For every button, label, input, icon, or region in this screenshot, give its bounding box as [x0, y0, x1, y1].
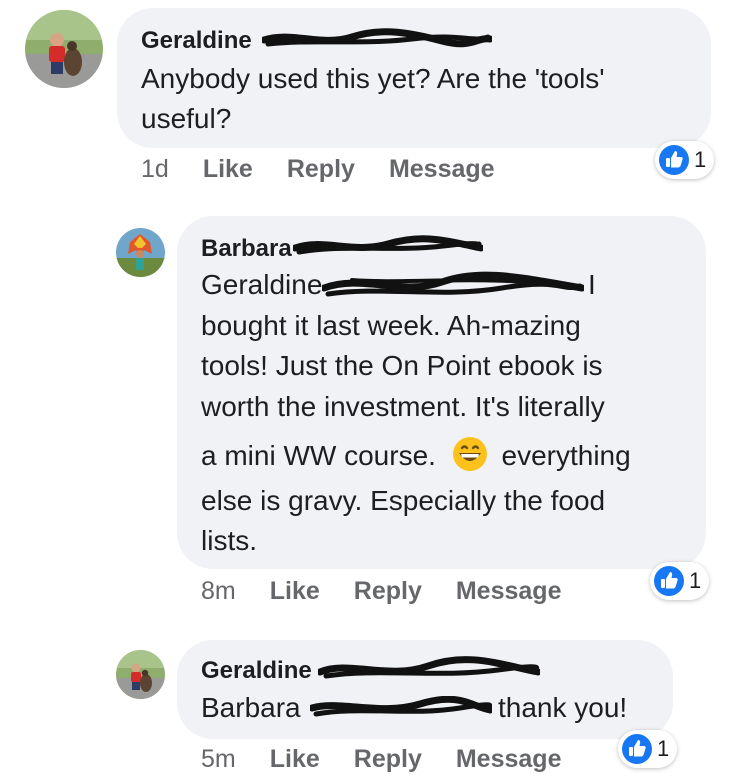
mention-link[interactable]: Barbara — [201, 688, 301, 728]
reaction-count: 1 — [657, 736, 670, 761]
reply-button[interactable]: Reply — [354, 745, 422, 774]
reaction-summary[interactable]: 1 — [618, 730, 678, 768]
redaction-scribble — [293, 235, 483, 255]
reply-button[interactable]: Reply — [287, 155, 355, 184]
comment-timestamp[interactable]: 5m — [201, 745, 236, 774]
comment-text-fragment: I — [588, 269, 596, 300]
message-button[interactable]: Message — [456, 745, 562, 774]
message-button[interactable]: Message — [456, 577, 562, 606]
comment-text-line: worth the investment. It's literally — [201, 391, 605, 422]
reaction-count: 1 — [694, 147, 707, 172]
redaction-scribble — [262, 28, 492, 48]
avatar-barbara[interactable] — [116, 228, 165, 277]
avatar-geraldine[interactable] — [25, 10, 103, 88]
like-button[interactable]: Like — [270, 577, 320, 606]
like-reaction-icon — [659, 145, 689, 175]
comment-text-fragment: everything — [501, 440, 631, 471]
reaction-summary[interactable]: 1 — [655, 141, 715, 179]
like-reaction-icon — [622, 734, 652, 764]
comment-text-fragment: a mini WW course. — [201, 440, 436, 471]
comment-actions: 5m Like Reply Message — [201, 745, 595, 774]
comment-text-line: a mini WW course. everything — [201, 436, 631, 476]
like-button[interactable]: Like — [270, 745, 320, 774]
comment-text-line: lists. — [201, 525, 257, 556]
mention-link[interactable]: Geraldine — [201, 265, 322, 305]
reaction-summary[interactable]: 1 — [650, 562, 710, 600]
redaction-scribble — [318, 656, 540, 679]
comment-author-name[interactable]: Geraldine — [141, 27, 252, 55]
avatar-geraldine[interactable] — [116, 650, 165, 699]
message-button[interactable]: Message — [389, 155, 495, 184]
comment-text-line: bought it last week. Ah-mazing — [201, 310, 581, 341]
comment-actions: 8m Like Reply Message — [201, 577, 595, 606]
comment-timestamp[interactable]: 1d — [141, 155, 169, 184]
reply-button[interactable]: Reply — [354, 577, 422, 606]
comment-timestamp[interactable]: 8m — [201, 577, 236, 606]
comment-text-fragment: thank you! — [498, 692, 628, 723]
comment-actions: 1d Like Reply Message — [141, 155, 529, 184]
redaction-scribble — [322, 271, 584, 297]
comment-text-line: else is gravy. Especially the food — [201, 485, 606, 516]
comment-author-name[interactable]: Geraldine — [201, 657, 312, 685]
comment-author-name[interactable]: Barbara — [201, 235, 292, 263]
comment-text-line: Anybody used this yet? Are the 'tools' — [141, 63, 605, 94]
comment-text-line: tools! Just the On Point ebook is — [201, 350, 603, 381]
comment-text-line: useful? — [141, 103, 232, 134]
like-reaction-icon — [654, 566, 684, 596]
like-button[interactable]: Like — [203, 155, 253, 184]
reaction-count: 1 — [689, 568, 702, 593]
grinning-face-emoji — [452, 437, 487, 471]
redaction-scribble — [310, 696, 492, 717]
